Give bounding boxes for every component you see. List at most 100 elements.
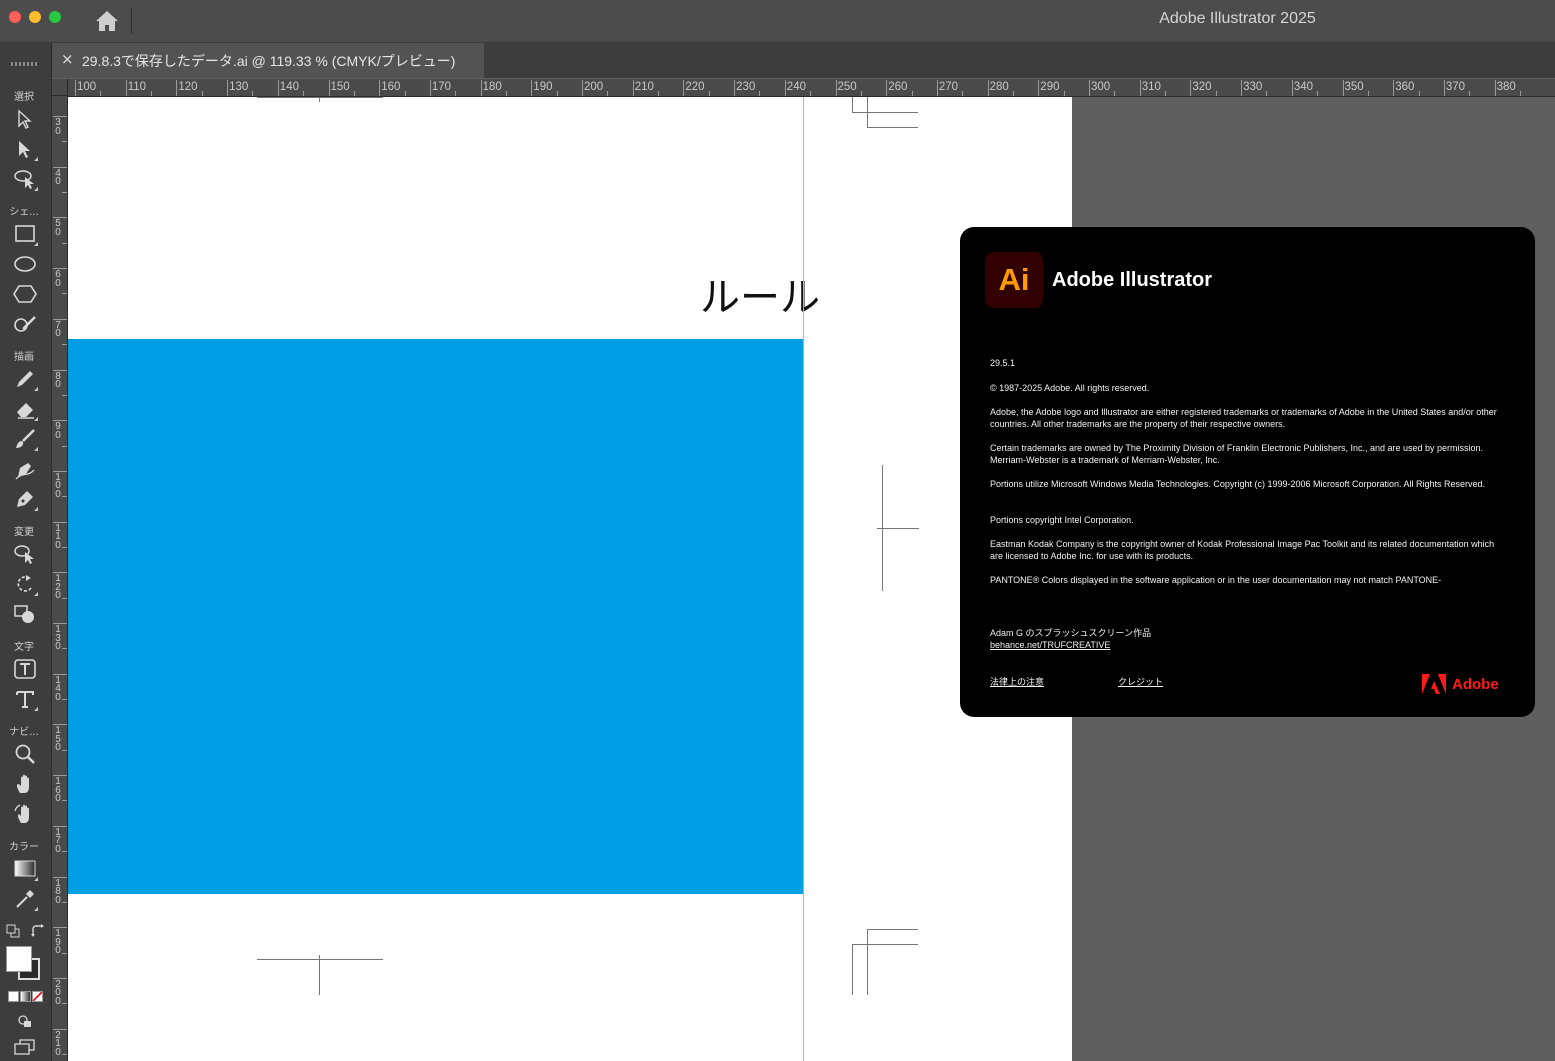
document-tab[interactable]: × 29.8.3で保存したデータ.ai @ 119.33 % (CMYK/プレビ… <box>52 43 484 78</box>
vertical-guide[interactable] <box>803 97 804 1061</box>
none-mode-icon[interactable] <box>32 991 43 1002</box>
eraser-tool[interactable] <box>10 395 40 423</box>
artboard[interactable]: ルール <box>68 97 1072 1061</box>
polygon-icon <box>13 285 37 303</box>
curvature-tool[interactable] <box>10 455 40 483</box>
swap-colors-icon[interactable] <box>31 923 45 942</box>
panel-grip[interactable] <box>11 62 37 66</box>
home-icon[interactable] <box>95 10 119 36</box>
document-tab-bar: ›› × 29.8.3で保存したデータ.ai @ 119.33 % (CMYK/… <box>0 43 1555 78</box>
ruler-minor-tick <box>1063 91 1065 96</box>
magic-wand-tool[interactable] <box>10 165 40 193</box>
ruler-minor-tick <box>62 496 67 498</box>
gradient-tool[interactable] <box>10 855 40 883</box>
ruler-minor-tick <box>62 394 67 396</box>
zoom-window-button[interactable] <box>49 11 61 23</box>
ruler-minor-tick <box>1317 91 1319 96</box>
ruler-label: 100 <box>77 81 97 93</box>
pencil-tool[interactable] <box>10 365 40 393</box>
pen-tool[interactable] <box>10 485 40 513</box>
shaper-tool[interactable] <box>10 310 40 338</box>
fill-swatch[interactable] <box>6 946 32 972</box>
trim-mark <box>852 97 853 112</box>
ruler-major-tick <box>683 80 685 96</box>
ruler-major-tick <box>734 80 736 96</box>
illustrator-logo: Ai <box>985 252 1043 308</box>
document-tab-title: 29.8.3で保存したデータ.ai @ 119.33 % (CMYK/プレビュー… <box>82 53 456 69</box>
ruler-label: 130 <box>55 624 61 652</box>
draw-mode-icon[interactable] <box>17 1013 33 1032</box>
type-tool[interactable] <box>10 685 40 713</box>
tool-group-label-type: 文字 <box>14 642 34 653</box>
ruler-minor-tick <box>353 91 355 96</box>
ruler-minor-tick <box>505 91 507 96</box>
ruler-origin[interactable] <box>52 79 68 96</box>
ruler-major-tick <box>1494 80 1496 96</box>
minimize-window-button[interactable] <box>29 11 41 23</box>
ruler-minor-tick <box>1469 91 1471 96</box>
screen-mode-icon[interactable] <box>14 1039 36 1059</box>
ruler-major-tick <box>227 80 229 96</box>
trim-mark <box>867 127 918 128</box>
shaper-icon <box>14 316 36 332</box>
legal-notices-link[interactable]: 法律上の注意 <box>990 675 1044 688</box>
gradient-mode-icon[interactable] <box>20 991 31 1002</box>
vertical-ruler[interactable]: 30 40 50 60 70 80 90 100 110 120 130 140 150 160 170 18… <box>52 96 68 1061</box>
shape-builder-tool[interactable] <box>10 540 40 568</box>
hand-tool[interactable] <box>10 770 40 798</box>
artboard-text-object[interactable]: ルール <box>700 265 820 323</box>
curvature-pen-icon <box>15 463 35 480</box>
ruler-major-tick <box>886 80 888 96</box>
touch-type-icon <box>14 659 36 679</box>
default-colors-icon[interactable] <box>6 923 20 942</box>
rotate-tool[interactable] <box>10 570 40 598</box>
ruler-minor-tick <box>303 91 305 96</box>
ruler-major-tick <box>429 80 431 96</box>
paintbrush-icon <box>16 429 35 448</box>
horizontal-ruler[interactable]: 100 110 120 130 140 150 160 170 180 190 200 210 220 2… <box>52 79 1555 97</box>
zoom-tool[interactable] <box>10 740 40 768</box>
direct-selection-tool[interactable] <box>10 135 40 163</box>
ruler-label: 160 <box>381 81 401 93</box>
ruler-minor-tick <box>404 91 406 96</box>
ruler-major-tick <box>531 80 533 96</box>
free-transform-tool[interactable] <box>10 600 40 628</box>
ruler-minor-tick <box>62 293 67 295</box>
print-tiling-tool[interactable] <box>10 800 40 828</box>
blue-rectangle-object[interactable] <box>68 339 803 894</box>
registration-mark <box>877 528 919 529</box>
tool-group-label-navigate: ナビ... <box>9 727 39 738</box>
adobe-brand: Adobe <box>1422 674 1499 694</box>
touch-type-tool[interactable] <box>10 655 40 683</box>
eraser-icon <box>17 403 34 419</box>
tab-close-button[interactable]: × <box>61 50 74 68</box>
ruler-minor-tick <box>1519 91 1521 96</box>
paintbrush-tool[interactable] <box>10 425 40 453</box>
ruler-label: 30 <box>55 117 61 137</box>
selection-arrow-icon <box>18 109 32 129</box>
ruler-minor-tick <box>62 141 67 143</box>
rectangle-icon <box>15 225 35 242</box>
adobe-logo-icon <box>1422 674 1446 694</box>
eyedropper-tool[interactable] <box>10 885 40 913</box>
ruler-label: 60 <box>55 269 61 289</box>
polygon-tool[interactable] <box>10 280 40 308</box>
credits-link[interactable]: クレジット <box>1118 675 1163 688</box>
ruler-major-tick <box>176 80 178 96</box>
ellipse-tool[interactable] <box>10 250 40 278</box>
close-window-button[interactable] <box>9 11 21 23</box>
behance-link[interactable]: behance.net/TRUFCREATIVE <box>990 640 1110 650</box>
color-mode-icon[interactable] <box>8 991 19 1002</box>
tool-group-label-color: カラー <box>9 842 39 853</box>
ruler-label: 270 <box>938 81 959 93</box>
direct-selection-arrow-icon <box>19 141 30 158</box>
selection-tool[interactable] <box>10 105 40 133</box>
ruler-minor-tick <box>1114 91 1116 96</box>
pencil-icon <box>17 371 33 387</box>
ruler-major-tick <box>328 80 330 96</box>
ruler-minor-tick <box>201 91 203 96</box>
ruler-label: 310 <box>1141 81 1161 93</box>
hand-icon <box>16 774 29 793</box>
rectangle-tool[interactable] <box>10 220 40 248</box>
ruler-major-tick <box>1393 80 1395 96</box>
